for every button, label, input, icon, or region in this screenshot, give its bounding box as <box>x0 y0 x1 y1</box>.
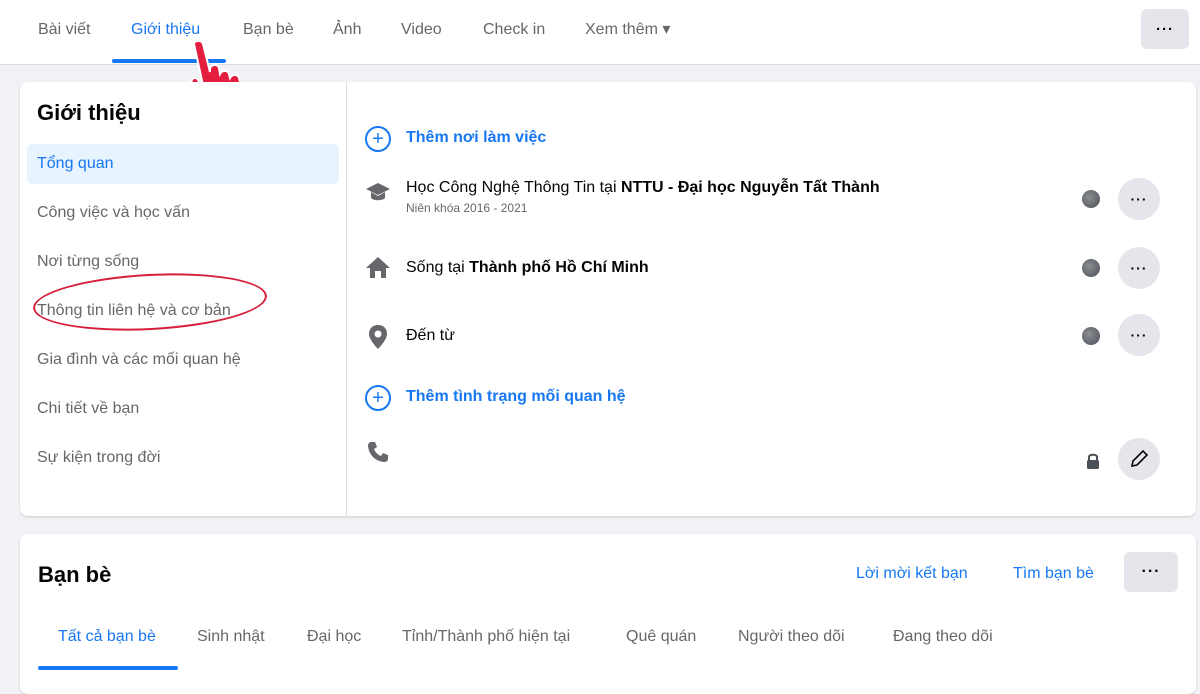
tab-all-friends[interactable]: Tất cả bạn bè <box>58 628 156 646</box>
pencil-icon <box>1130 449 1149 468</box>
tab-video[interactable]: Video <box>401 0 442 60</box>
education-years: Niên khóa 2016 - 2021 <box>406 201 528 215</box>
tab-birthdays[interactable]: Sinh nhật <box>197 628 265 646</box>
sidebar-item-life-events[interactable]: Sự kiện trong đời <box>27 438 339 478</box>
find-friends-link[interactable]: Tìm bạn bè <box>1013 565 1094 583</box>
profile-tab-bar: Bài viết Giới thiệu Bạn bè Ảnh Video Che… <box>0 0 1200 65</box>
tab-current-city[interactable]: Tỉnh/Thành phố hiện tại <box>402 628 570 646</box>
friend-requests-link[interactable]: Lời mời kết bạn <box>856 565 968 583</box>
plus-circle-icon[interactable]: + <box>365 126 391 152</box>
globe-icon[interactable] <box>1082 259 1100 277</box>
lives-in-more-button[interactable]: ··· <box>1118 247 1160 289</box>
sidebar-item-family-relationships[interactable]: Gia đình và các mối quan hệ <box>27 340 339 380</box>
education-school[interactable]: NTTU - Đại học Nguyễn Tất Thành <box>621 179 880 196</box>
tab-check-in[interactable]: Check in <box>483 0 545 60</box>
active-friends-tab-indicator <box>38 666 178 670</box>
lives-in-text: Sống tại Thành phố Hồ Chí Minh <box>406 259 649 277</box>
from-more-button[interactable]: ··· <box>1118 314 1160 356</box>
globe-icon[interactable] <box>1082 190 1100 208</box>
sidebar-item-details-about-you[interactable]: Chi tiết về bạn <box>27 389 339 429</box>
tab-following[interactable]: Đang theo dõi <box>893 628 993 646</box>
sidebar-item-overview[interactable]: Tổng quan <box>27 144 339 184</box>
tab-photos[interactable]: Ảnh <box>333 0 361 60</box>
intro-card: Giới thiệu Tổng quan Công việc và học vấ… <box>20 82 1196 516</box>
tab-posts[interactable]: Bài viết <box>38 0 90 60</box>
graduation-cap-icon <box>365 179 391 205</box>
map-pin-icon <box>365 324 391 350</box>
friends-title: Bạn bè <box>38 562 112 587</box>
more-options-button[interactable]: ··· <box>1141 9 1189 49</box>
lives-place[interactable]: Thành phố Hồ Chí Minh <box>469 259 649 276</box>
education-prefix: Học Công Nghệ Thông Tin tại <box>406 179 621 196</box>
tab-followers[interactable]: Người theo dõi <box>738 628 845 646</box>
phone-icon <box>365 439 391 465</box>
education-more-button[interactable]: ··· <box>1118 178 1160 220</box>
education-text: Học Công Nghệ Thông Tin tại NTTU - Đại h… <box>406 179 880 197</box>
edit-phone-button[interactable] <box>1118 438 1160 480</box>
lock-icon[interactable] <box>1080 448 1106 474</box>
sidebar-item-work-education[interactable]: Công việc và học vấn <box>27 193 339 233</box>
friends-card: Bạn bè Lời mời kết bạn Tìm bạn bè ··· Tấ… <box>20 534 1196 694</box>
lives-prefix: Sống tại <box>406 259 470 276</box>
globe-icon[interactable] <box>1082 327 1100 345</box>
add-relationship-link[interactable]: Thêm tình trạng mối quan hệ <box>406 388 626 406</box>
tab-hometown[interactable]: Quê quán <box>626 628 696 646</box>
tab-university[interactable]: Đại học <box>307 628 361 646</box>
home-icon <box>365 254 391 280</box>
friends-more-button[interactable]: ··· <box>1124 552 1178 592</box>
from-text: Đến từ <box>406 327 455 344</box>
add-workplace-link[interactable]: Thêm nơi làm việc <box>406 129 546 147</box>
plus-circle-icon[interactable]: + <box>365 385 391 411</box>
intro-title: Giới thiệu <box>37 100 141 125</box>
tab-more[interactable]: Xem thêm ▾ <box>585 0 670 60</box>
vertical-divider <box>346 82 347 516</box>
